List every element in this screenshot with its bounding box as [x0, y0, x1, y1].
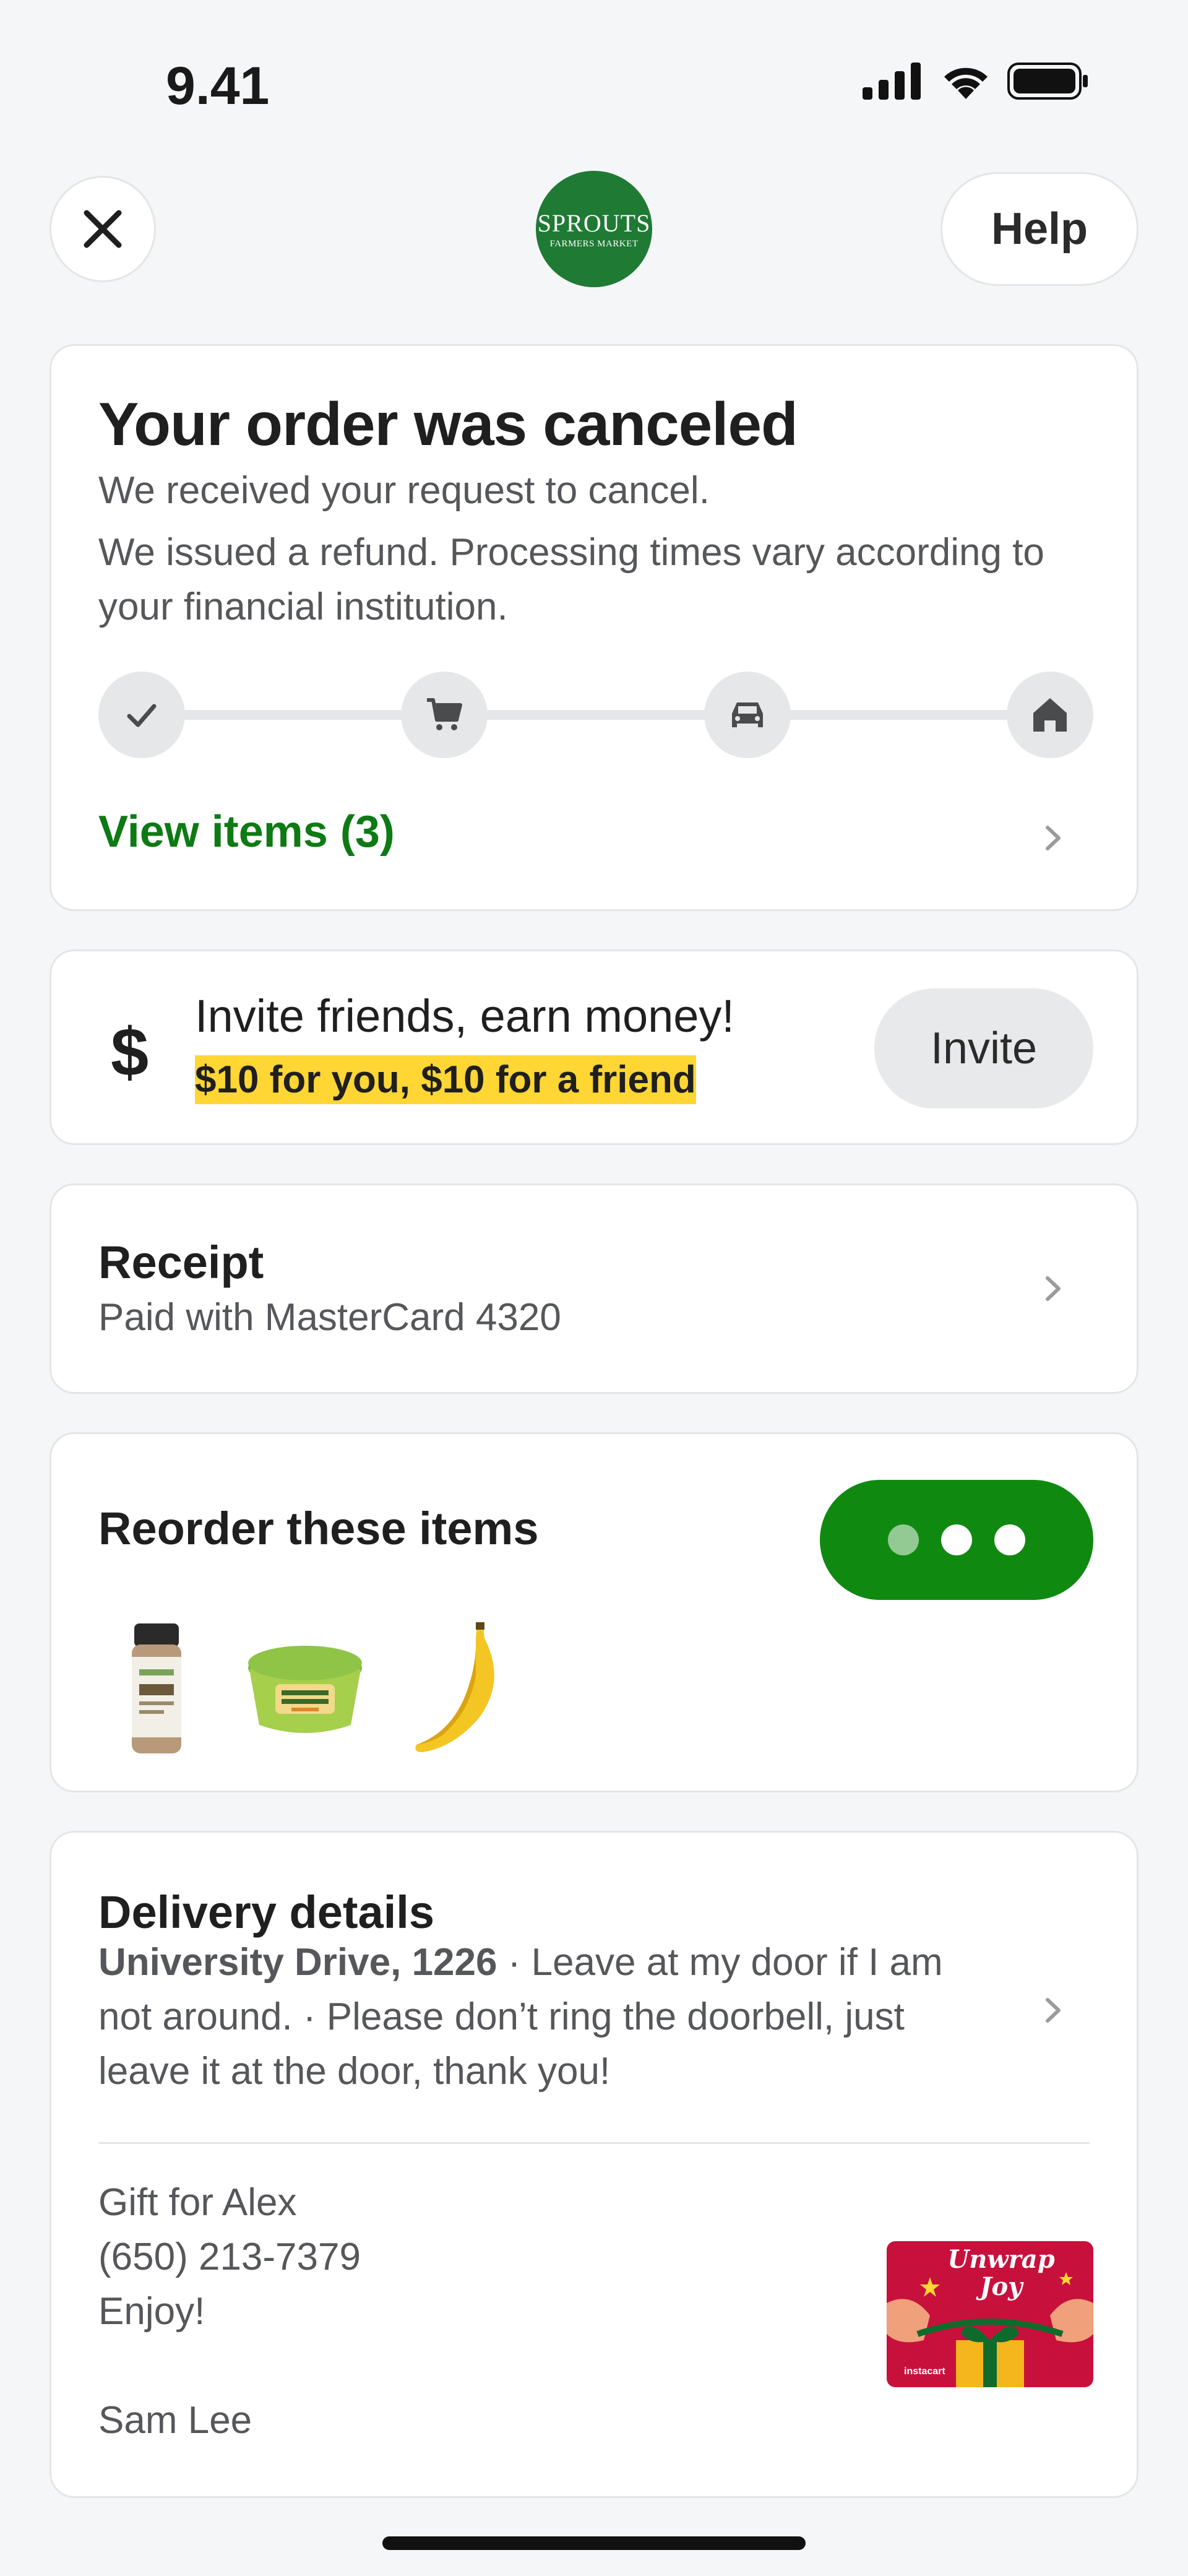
signal-icon [863, 63, 921, 100]
check-icon [127, 704, 157, 727]
home-indicator[interactable] [382, 2536, 806, 2550]
cancel-request-text: We received your request to cancel. [98, 469, 710, 512]
car-icon [732, 702, 763, 727]
loading-dot [941, 1524, 972, 1555]
logo-text: SPROUTS [537, 209, 651, 237]
reorder-card: Reorder these items [50, 1432, 1138, 1792]
battery-icon [1007, 63, 1088, 100]
order-status-title: Your order was canceled [98, 390, 798, 458]
delivery-details-card: Delivery details University Drive, 1226 … [50, 1831, 1138, 2498]
gift-card-text: Unwrap Joy [947, 2245, 1055, 2301]
payment-method-text: Paid with MasterCard 4320 [98, 1296, 561, 1339]
progress-line [136, 710, 1056, 720]
status-time: 9.41 [166, 56, 270, 116]
chevron-right-icon[interactable] [1038, 1273, 1069, 1304]
loading-dot [994, 1524, 1025, 1555]
order-status-card: Your order was canceled We received your… [50, 344, 1138, 911]
home-icon [1033, 698, 1067, 732]
delivery-address: University Drive, 1226 [98, 1941, 497, 1984]
close-icon [84, 210, 122, 248]
close-button[interactable] [50, 176, 156, 282]
dollar-icon: $ [111, 1014, 149, 1091]
logo-subtext: FARMERS MARKET [549, 239, 639, 249]
wifi-icon [944, 67, 988, 99]
gift-card-brand: instacart [904, 2366, 945, 2377]
harmless-harvest-cup-image[interactable] [243, 1620, 367, 1756]
refund-text: We issued a refund. Processing times var… [98, 531, 1044, 628]
chevron-right-icon[interactable] [1038, 823, 1069, 854]
delivery-address-block[interactable]: University Drive, 1226 · Leave at my doo… [98, 1935, 989, 2099]
step-shopping [401, 672, 488, 758]
step-delivering [704, 672, 791, 758]
gift-phone: (650) 213-7379 [98, 2236, 361, 2278]
gift-card-image: Unwrap Joy instacart [887, 2241, 1093, 2387]
delivery-title: Delivery details [98, 1887, 434, 1938]
banana-image[interactable] [398, 1620, 522, 1756]
reorder-title: Reorder these items [98, 1503, 539, 1554]
order-progress-tracker [98, 672, 1093, 758]
status-bar: 9.41 [0, 0, 1188, 149]
step-delivered [1007, 672, 1093, 758]
invite-button[interactable]: Invite [874, 988, 1093, 1109]
invite-title: Invite friends, earn money! [195, 990, 734, 1042]
receipt-card[interactable]: Receipt Paid with MasterCard 4320 [50, 1183, 1138, 1394]
reorder-loading-button[interactable] [820, 1480, 1093, 1600]
loading-dot [888, 1524, 919, 1555]
view-items-link[interactable]: View items (3) [98, 806, 395, 857]
receipt-title: Receipt [98, 1237, 264, 1288]
help-button[interactable]: Help [940, 172, 1138, 286]
cumin-jar-image[interactable] [126, 1620, 187, 1756]
divider [98, 2142, 1090, 2144]
top-bar: SPROUTS FARMERS MARKET Help [0, 167, 1188, 291]
cart-icon [427, 698, 462, 730]
status-icons [863, 62, 1089, 100]
gift-message: Enjoy! [98, 2290, 205, 2333]
chevron-right-icon[interactable] [1038, 1995, 1069, 2026]
invite-reward-text: $10 for you, $10 for a friend [195, 1055, 696, 1104]
gift-recipient: Gift for Alex [98, 2181, 297, 2224]
store-logo: SPROUTS FARMERS MARKET [536, 171, 652, 287]
step-confirmed [98, 672, 185, 758]
gift-sender: Sam Lee [98, 2399, 252, 2442]
invite-friends-card: $ Invite friends, earn money! $10 for yo… [50, 949, 1138, 1145]
